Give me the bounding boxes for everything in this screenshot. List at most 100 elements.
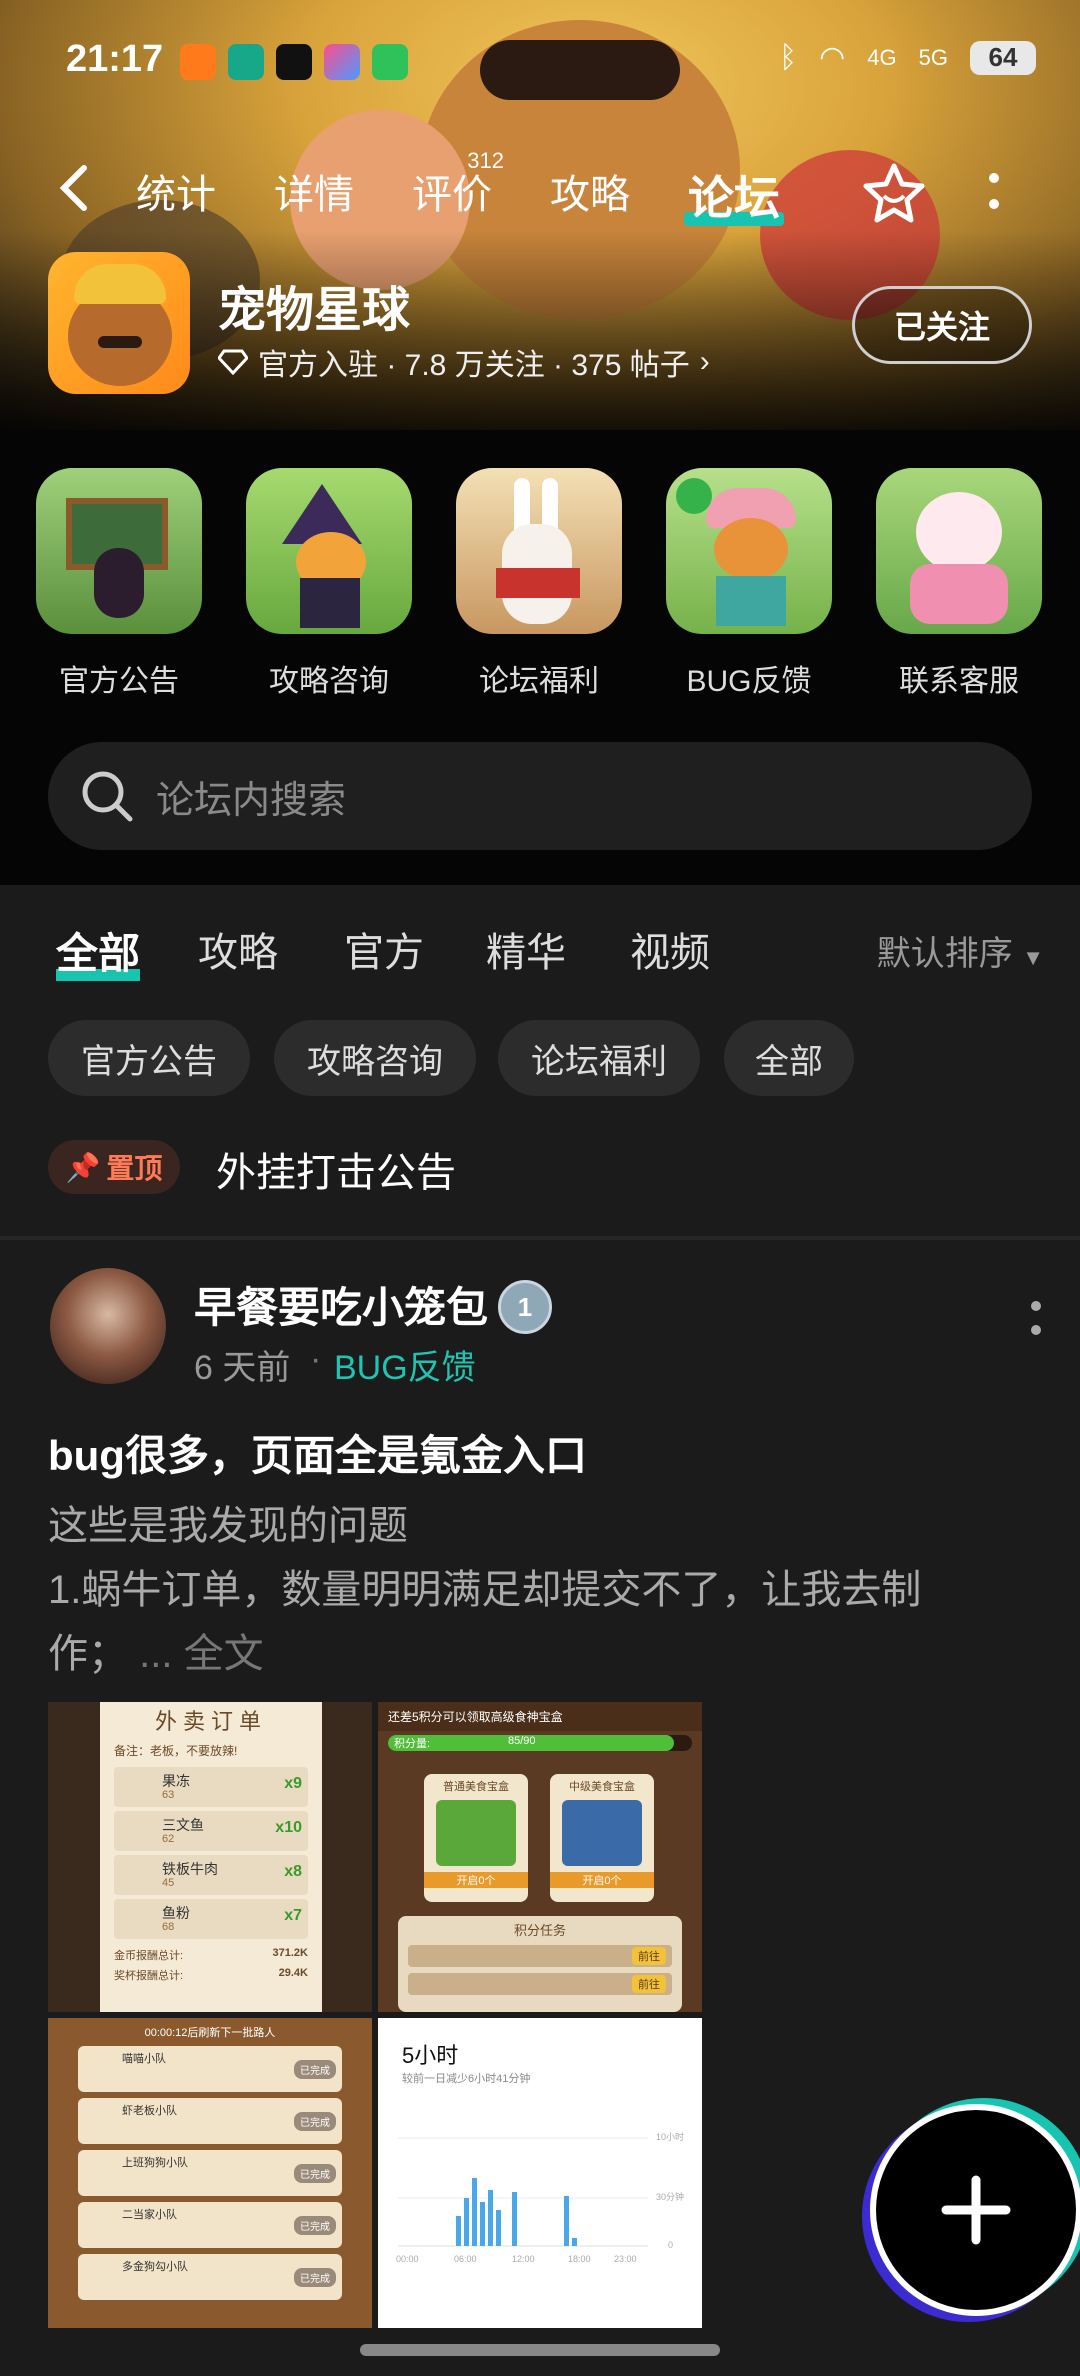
teams-header: 00:00:12后刷新下一批路人 xyxy=(144,2027,276,2039)
status-time: 21:17 xyxy=(66,38,164,80)
order-item: 果冻 63 x9 xyxy=(114,1767,308,1807)
chip-all[interactable]: 全部 xyxy=(724,1020,854,1096)
shortcut-guide-qa[interactable]: 攻略咨询 xyxy=(246,468,412,700)
bug-report-thumbnail xyxy=(666,468,832,634)
app-title: 宠物星球 xyxy=(218,284,411,337)
screen-time-title: 5小时 xyxy=(402,2043,459,2068)
post-category[interactable]: BUG反馈 xyxy=(334,1340,476,1389)
app-icon xyxy=(48,252,190,394)
sort-label: 默认排序 xyxy=(876,935,1013,973)
app-notification-icon xyxy=(180,44,216,80)
tab-stats[interactable]: 统计 xyxy=(136,162,216,220)
status-indicators: ᛒ ◠ 4G 5G 64 xyxy=(779,40,1036,75)
signal-4g-icon: 4G xyxy=(867,44,897,70)
order-item: 铁板牛肉 45 x8 xyxy=(114,1855,308,1895)
shortcut-forum-perks[interactable]: 论坛福利 xyxy=(456,468,622,700)
shortcut-customer-service[interactable]: 联系客服 xyxy=(876,468,1042,700)
boss-app-icon xyxy=(228,44,264,80)
post-title[interactable]: bug很多，页面全是氪金入口 xyxy=(48,1422,587,1483)
chart-x-label: 12:00 xyxy=(512,2254,535,2264)
chart-x-label: 06:00 xyxy=(454,2254,477,2264)
order-subheader: 备注：老板，不要放辣! xyxy=(114,1744,238,1758)
hat-shape xyxy=(480,40,680,100)
tab-guides[interactable]: 攻略 xyxy=(550,162,630,220)
more-menu-button[interactable] xyxy=(986,168,1002,221)
tab-forum[interactable]: 论坛 xyxy=(684,162,784,228)
order-header: 外卖订单 xyxy=(154,1709,267,1734)
back-button[interactable] xyxy=(56,162,92,227)
separator-dot: · xyxy=(310,1340,322,1378)
shortcut-label: BUG反馈 xyxy=(686,665,812,698)
shortcut-label: 联系客服 xyxy=(899,665,1019,698)
app-meta[interactable]: 官方入驻 · 7.8 万关注 · 375 帖子 › xyxy=(218,340,710,384)
announcements-thumbnail xyxy=(36,468,202,634)
shortcut-bug-report[interactable]: BUG反馈 xyxy=(666,468,832,700)
filter-tab-all[interactable]: 全部 xyxy=(56,920,141,981)
team-row: 二当家小队 已完成 xyxy=(78,2202,342,2248)
shortcut-label: 官方公告 xyxy=(59,665,179,698)
post-image-points[interactable]: 还差5积分可以领取高级食神宝盒 积分量: 85/90 普通美食宝盒 开启0个 中… xyxy=(378,1702,702,2012)
post-time: 6 天前 xyxy=(194,1349,291,1387)
chart-x-label: 23:00 xyxy=(614,2254,637,2264)
food-box-card: 中级美食宝盒 开启0个 xyxy=(550,1774,654,1902)
pinned-post-title[interactable]: 外挂打击公告 xyxy=(216,1140,456,1198)
chevron-left-icon xyxy=(59,165,87,211)
filter-tab-featured[interactable]: 精华 xyxy=(486,920,566,978)
chart-y-label: 30分钟 xyxy=(656,2192,685,2202)
pinned-badge-label: 置顶 xyxy=(106,1153,163,1184)
forum-perks-thumbnail xyxy=(456,468,622,634)
more-vertical-icon xyxy=(1031,1301,1041,1335)
team-row: 多金狗勾小队 已完成 xyxy=(78,2254,342,2300)
points-task-panel: 积分任务 前往 前往 xyxy=(398,1916,682,2012)
team-row: 虾老板小队 已完成 xyxy=(78,2098,342,2144)
post-body-line: 1.蜗牛订单，数量明明满足却提交不了，让我去制 xyxy=(48,1568,922,1612)
avatar[interactable] xyxy=(50,1268,166,1384)
shortcut-label: 论坛福利 xyxy=(479,665,599,698)
chip-forum-perks[interactable]: 论坛福利 xyxy=(498,1020,700,1096)
post-image-teams[interactable]: 00:00:12后刷新下一批路人 喵喵小队 已完成 虾老板小队 已完成 上班狗狗… xyxy=(48,2018,372,2328)
post-username[interactable]: 早餐要吃小笼包 xyxy=(194,1274,488,1335)
chart-y-label: 10小时 xyxy=(656,2132,685,2142)
screen-time-subtitle: 较前一日减少6小时41分钟 xyxy=(402,2073,531,2085)
filter-tab-official[interactable]: 官方 xyxy=(344,920,424,978)
search-icon xyxy=(82,771,133,822)
user-level-icon: 1 xyxy=(498,1280,552,1334)
reviews-count-badge: 312 xyxy=(467,148,504,173)
chart-x-label: 18:00 xyxy=(568,2254,591,2264)
post-image-order[interactable]: 外卖订单 备注：老板，不要放辣! 果冻 63 x9 三文鱼 62 x10 铁板牛… xyxy=(48,1702,372,2012)
star-icon xyxy=(863,163,925,223)
create-post-button[interactable] xyxy=(870,2104,1080,2316)
tab-reviews-label: 评价 xyxy=(412,173,492,217)
points-progress: 积分量: 85/90 xyxy=(388,1735,692,1751)
tiktok-icon xyxy=(276,44,312,80)
guide-qa-thumbnail xyxy=(246,468,412,634)
favorite-button[interactable] xyxy=(862,160,926,229)
tab-reviews[interactable]: 评价 312 xyxy=(412,148,504,220)
pinned-badge: 📌 置顶 xyxy=(48,1140,180,1194)
follow-button[interactable]: 已关注 xyxy=(852,286,1032,364)
read-more-link[interactable]: ... 全文 xyxy=(139,1632,263,1676)
divider xyxy=(0,1236,1080,1240)
chip-announcements[interactable]: 官方公告 xyxy=(48,1020,250,1096)
bluetooth-icon: ᛒ xyxy=(779,40,798,74)
signal-5g-icon: 5G xyxy=(918,44,948,70)
filter-tab-videos[interactable]: 视频 xyxy=(630,920,710,978)
shortcut-announcements[interactable]: 官方公告 xyxy=(36,468,202,700)
post-body[interactable]: 这些是我发现的问题 1.蜗牛订单，数量明明满足却提交不了，让我去制 作； ...… xyxy=(48,1494,1038,1686)
chevron-right-icon: › xyxy=(699,345,710,378)
team-row: 喵喵小队 已完成 xyxy=(78,2046,342,2092)
search-input[interactable]: 论坛内搜索 xyxy=(48,742,1032,850)
diamond-icon xyxy=(218,349,248,375)
tab-details[interactable]: 详情 xyxy=(274,162,354,220)
pin-icon: 📌 xyxy=(65,1151,101,1183)
post-more-button[interactable] xyxy=(1030,1300,1042,1346)
filter-tab-guides[interactable]: 攻略 xyxy=(198,920,278,978)
shortcut-label: 攻略咨询 xyxy=(269,665,389,698)
home-indicator[interactable] xyxy=(360,2344,720,2356)
sort-dropdown[interactable]: 默认排序 ▼ xyxy=(877,926,1044,975)
chip-guide-qa[interactable]: 攻略咨询 xyxy=(274,1020,476,1096)
photos-app-icon xyxy=(324,44,360,80)
caret-down-icon: ▼ xyxy=(1022,945,1044,970)
post-image-screen-time[interactable]: 5小时 较前一日减少6小时41分钟 10小时 30分钟 0 00:00 06:0… xyxy=(378,2018,702,2328)
order-item: 鱼粉 68 x7 xyxy=(114,1899,308,1939)
